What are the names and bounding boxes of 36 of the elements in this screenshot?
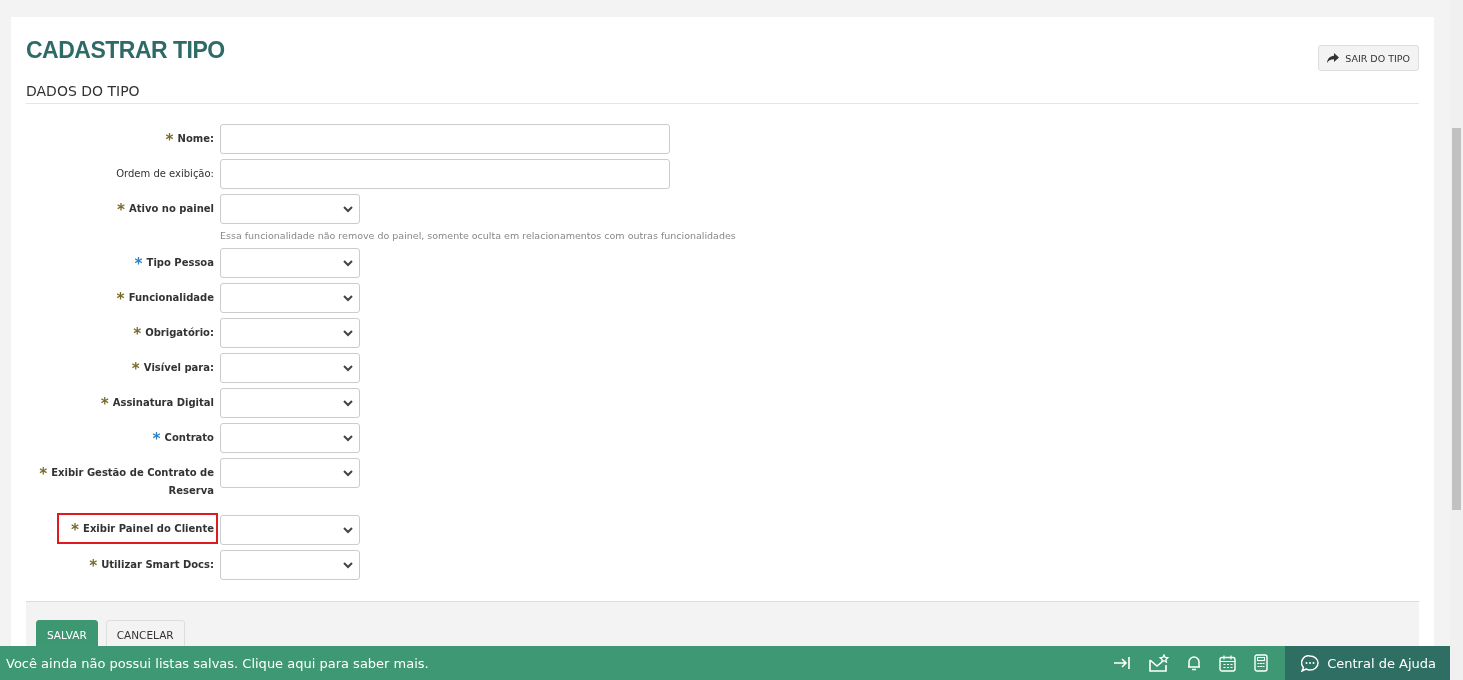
dropdown-select[interactable]: [220, 194, 360, 224]
dropdown-select[interactable]: [220, 248, 360, 278]
dropdown-select[interactable]: [220, 515, 360, 545]
text-input[interactable]: [220, 124, 670, 154]
envelope-star-icon[interactable]: [1149, 654, 1170, 672]
arrow-to-bar-icon[interactable]: [1113, 656, 1132, 670]
chevron-down-icon: [343, 205, 353, 213]
section-title: DADOS DO TIPO: [26, 83, 1419, 104]
share-arrow-icon: [1327, 53, 1340, 63]
chevron-down-icon: [343, 434, 353, 442]
text-input[interactable]: [220, 159, 670, 189]
chat-bubble-icon: [1301, 654, 1320, 672]
page-title: CADASTRAR TIPO: [26, 37, 225, 64]
dropdown-select[interactable]: [220, 550, 360, 580]
saved-lists-message[interactable]: Você ainda não possui listas salvas. Clique aqui para saber mais.: [0, 655, 1105, 671]
chevron-down-icon: [343, 526, 353, 534]
dropdown-select[interactable]: [220, 283, 360, 313]
dropdown-select[interactable]: [220, 388, 360, 418]
dropdown-select[interactable]: [220, 318, 360, 348]
chevron-down-icon: [343, 294, 353, 302]
exit-button[interactable]: SAIR DO TIPO: [1318, 45, 1419, 71]
bell-icon[interactable]: [1187, 655, 1202, 671]
chevron-down-icon: [343, 399, 353, 407]
dropdown-select[interactable]: [220, 458, 360, 488]
chevron-down-icon: [343, 561, 353, 569]
dropdown-select[interactable]: [220, 423, 360, 453]
calculator-icon[interactable]: [1254, 654, 1269, 672]
dropdown-select[interactable]: [220, 353, 360, 383]
chevron-down-icon: [343, 469, 353, 477]
field-label: Ordem de exibição:: [116, 167, 215, 181]
hint-text: Essa funcionalidade não remove do painel, somente oculta em relacionamentos com outras funcionalidades: [220, 230, 736, 241]
calendar-icon[interactable]: [1219, 654, 1237, 672]
help-center-button[interactable]: Central de Ajuda: [1285, 646, 1450, 680]
chevron-down-icon: [343, 259, 353, 267]
chevron-down-icon: [343, 329, 353, 337]
chevron-down-icon: [343, 364, 353, 372]
